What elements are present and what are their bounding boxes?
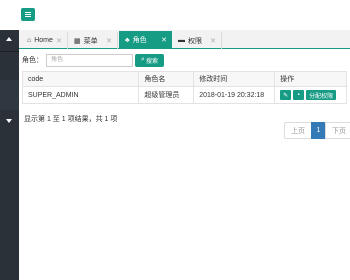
search-icon: ⌕	[141, 56, 145, 63]
cell-code: SUPER_ADMIN	[21, 86, 140, 104]
tab-bar: ⌂ Home ✕ ▦ 菜单 ✕ ♣ 角色 ✕ ▬ 权限 ✕	[19, 30, 350, 49]
pencil-icon: ✎	[283, 92, 289, 99]
card-icon: ▬	[178, 37, 185, 44]
search-button[interactable]: ⌕ 搜索	[135, 53, 164, 67]
tab-label: Home	[34, 37, 53, 44]
column-header-code[interactable]: code	[21, 71, 140, 87]
tab-label: 权限	[188, 37, 202, 45]
edit-button[interactable]: ✎	[280, 90, 292, 100]
prev-page-button[interactable]: 上页	[284, 122, 312, 139]
tab-role[interactable]: ♣ 角色 ✕	[119, 31, 172, 49]
sidebar-item[interactable]	[0, 80, 19, 110]
column-header-role-name[interactable]: 角色名	[138, 71, 195, 87]
menu-toggle-button[interactable]	[21, 8, 35, 21]
search-label: 角色：	[22, 57, 43, 64]
main-content: 角色： ⌕ 搜索 code 角色名 修改时间 操作 SUPER_ADMIN 超级…	[19, 49, 350, 280]
role-table: code 角色名 修改时间 操作 SUPER_ADMIN 超级管理员 2018-…	[21, 71, 347, 104]
hamburger-icon	[25, 12, 31, 17]
role-search-input[interactable]	[46, 53, 133, 67]
pagination: 上页 1 下页	[284, 122, 350, 139]
tab-menu[interactable]: ▦ 菜单 ✕	[68, 32, 118, 49]
trash-icon: ▪	[297, 92, 300, 98]
close-icon[interactable]: ✕	[210, 37, 216, 45]
cell-role-name: 超级管理员	[138, 86, 195, 104]
home-icon: ⌂	[27, 37, 32, 44]
close-icon[interactable]: ✕	[106, 37, 112, 45]
users-icon: ♣	[125, 36, 130, 44]
tab-label: 菜单	[83, 37, 98, 45]
cell-modified: 2018-01-19 20:32:18	[193, 86, 276, 104]
delete-button[interactable]: ▪	[293, 90, 305, 100]
column-header-modified[interactable]: 修改时间	[193, 71, 276, 87]
page-number-button[interactable]: 1	[311, 122, 326, 139]
next-page-button[interactable]: 下页	[325, 122, 350, 139]
column-header-actions: 操作	[274, 71, 347, 87]
tab-home[interactable]: ⌂ Home ✕	[21, 32, 68, 49]
scroll-down-icon[interactable]	[6, 119, 12, 123]
search-row: 角色： ⌕ 搜索	[22, 53, 164, 67]
table-row: SUPER_ADMIN 超级管理员 2018-01-19 20:32:18 ✎ …	[21, 86, 347, 104]
cell-actions: ✎ ▪ 分配权限	[274, 86, 347, 104]
close-icon[interactable]: ✕	[56, 37, 62, 45]
tab-permission[interactable]: ▬ 权限 ✕	[172, 32, 222, 49]
close-icon[interactable]: ✕	[161, 36, 167, 44]
sidebar-divider	[0, 51, 19, 52]
table-header-row: code 角色名 修改时间 操作	[21, 71, 347, 87]
grid-icon: ▦	[74, 37, 81, 45]
sidebar	[0, 30, 19, 280]
assign-permission-button[interactable]: 分配权限	[306, 90, 337, 100]
result-summary: 显示第 1 至 1 项结果，共 1 项	[24, 116, 118, 123]
top-bar	[0, 0, 350, 30]
tab-label: 角色	[132, 37, 147, 44]
search-button-label: 搜索	[145, 58, 158, 65]
scroll-up-icon[interactable]	[6, 37, 12, 41]
